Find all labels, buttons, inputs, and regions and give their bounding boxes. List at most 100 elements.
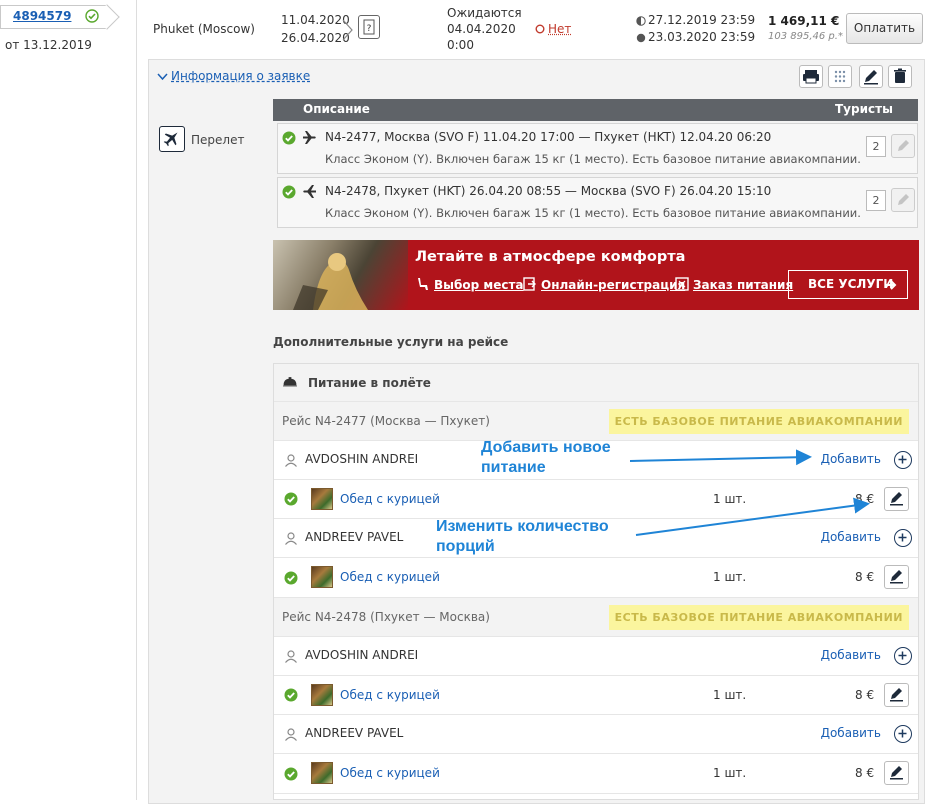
add-circle-icon[interactable] xyxy=(894,529,912,547)
plane-right-icon xyxy=(303,131,316,144)
add-circle-icon[interactable] xyxy=(894,725,912,743)
all-services-button[interactable]: ВСЕ УСЛУГИ xyxy=(788,270,908,299)
meal-services-panel: Питание в полёте Рейс N4-2477 (Москва — … xyxy=(273,363,919,800)
edit-order-button[interactable] xyxy=(859,65,883,88)
meal-row: Обед с курицей 1 шт. 8 € xyxy=(274,480,918,519)
meal-section-header: Питание в полёте xyxy=(274,364,918,402)
meal-thumbnail xyxy=(311,488,333,510)
annotation-change-qty-line1: Изменить количество xyxy=(436,518,609,535)
check-circle-icon xyxy=(282,131,296,145)
order-number-link[interactable]: 4894579 xyxy=(13,9,71,23)
flight-row: N4-2477, Москва (SVO F) 11.04.20 17:00 —… xyxy=(277,123,918,174)
col-description: Описание xyxy=(303,102,370,116)
add-circle-icon[interactable] xyxy=(894,647,912,665)
flight-row: N4-2478, Пхукет (HKT) 26.04.20 08:55 — М… xyxy=(277,177,918,228)
deadline1: 27.12.2019 23:59 xyxy=(648,13,756,27)
add-meal-link[interactable]: Добавить xyxy=(821,530,881,544)
all-services-label: ВСЕ УСЛУГИ xyxy=(808,277,894,291)
checkin-icon xyxy=(523,277,536,291)
edit-tourists-button[interactable] xyxy=(891,134,915,158)
payment-status: Нет xyxy=(548,22,572,36)
meal-row: Обед с курицей 1 шт. 8 € xyxy=(274,558,918,598)
base-meal-badge: ЕСТЬ БАЗОВОЕ ПИТАНИЕ АВИАКОМПАНИИ xyxy=(608,605,909,630)
date-from: 11.04.2020 xyxy=(281,13,350,27)
meal-thumbnail xyxy=(311,762,333,784)
annotation-add-meal-line2: питание xyxy=(481,459,546,476)
base-meal-badge: ЕСТЬ БАЗОВОЕ ПИТАНИЕ АВИАКОМПАНИИ xyxy=(608,409,909,434)
pencil-icon xyxy=(898,194,909,205)
price-rub: 103 895,46 р.* xyxy=(768,31,843,42)
meal-row: Обед с курицей 1 шт. 8 € xyxy=(274,754,918,794)
pencil-icon xyxy=(890,688,903,702)
price-eur: 1 469,11 € xyxy=(768,14,840,28)
annotation-add-meal-line1: Добавить новое xyxy=(481,439,611,456)
banner-title: Летайте в атмосфере комфорта xyxy=(415,249,686,265)
status-line2: 04.04.2020 xyxy=(447,22,516,36)
edit-meal-button[interactable] xyxy=(884,683,909,707)
add-meal-link[interactable]: Добавить xyxy=(821,452,881,466)
pencil-icon xyxy=(864,70,878,85)
arrow-right-icon xyxy=(885,280,897,290)
meal-name: Обед с курицей xyxy=(340,492,440,506)
pay-button[interactable]: Оплатить xyxy=(846,13,923,44)
flight-route: N4-2477, Москва (SVO F) 11.04.20 17:00 —… xyxy=(325,130,772,144)
meal-price: 8 € xyxy=(855,766,875,780)
pencil-icon xyxy=(890,492,903,506)
print-icon xyxy=(803,70,819,84)
full-circle-icon xyxy=(636,32,646,46)
grid-button[interactable] xyxy=(828,65,852,88)
tourist-count: 2 xyxy=(866,136,886,157)
delete-order-button[interactable] xyxy=(888,65,912,88)
passenger-row: ANDREEV PAVEL Добавить xyxy=(274,715,918,754)
chevron-down-icon[interactable] xyxy=(157,70,168,84)
meal-thumbnail xyxy=(311,566,333,588)
date-to: 26.04.2020 xyxy=(281,31,350,45)
col-tourists: Туристы xyxy=(835,102,893,116)
passenger-name: ANDREEV PAVEL xyxy=(305,530,404,544)
banner-photo xyxy=(273,240,408,310)
add-meal-link[interactable]: Добавить xyxy=(821,726,881,740)
flight-details: Класс Эконом (Y). Включен багаж 15 кг (1… xyxy=(325,152,861,166)
edit-meal-button[interactable] xyxy=(884,761,909,785)
edit-meal-button[interactable] xyxy=(884,565,909,589)
plane-left-icon xyxy=(303,185,316,198)
question-icon[interactable]: ? xyxy=(358,15,380,39)
segment-header: Рейс N4-2478 (Пхукет — Москва) ЕСТЬ БАЗО… xyxy=(274,598,918,637)
seat-icon xyxy=(418,278,428,290)
banner-link-seat[interactable]: Выбор места xyxy=(434,278,524,292)
segment-title: Рейс N4-2478 (Пхукет — Москва) xyxy=(282,610,490,624)
promo-banner[interactable]: Летайте в атмосфере комфорта Выбор места… xyxy=(273,240,919,310)
bracket-arrow-icon xyxy=(342,19,356,44)
svg-text:?: ? xyxy=(367,24,372,34)
info-toggle-link[interactable]: Информация о заявке xyxy=(171,69,310,83)
annotation-add-meal: Добавить новое питание xyxy=(481,438,611,478)
extras-title: Дополнительные услуги на рейсе xyxy=(273,335,509,349)
tourist-count: 2 xyxy=(866,190,886,211)
meal-name: Обед с курицей xyxy=(340,766,440,780)
meal-quantity: 1 шт. xyxy=(713,570,747,584)
meal-quantity: 1 шт. xyxy=(713,766,747,780)
banner-link-checkin[interactable]: Онлайн-регистрация xyxy=(541,278,685,292)
hotel-name: Phuket (Moscow) xyxy=(153,22,255,36)
add-meal-link[interactable]: Добавить xyxy=(821,648,881,662)
banner-link-meal[interactable]: Заказ питания xyxy=(693,278,793,292)
cloche-icon xyxy=(283,377,297,387)
pencil-icon xyxy=(890,570,903,584)
status-line1: Ожидаются xyxy=(447,6,522,20)
person-icon xyxy=(285,650,297,663)
person-icon xyxy=(285,454,297,467)
meal-section-title: Питание в полёте xyxy=(308,376,431,390)
add-circle-icon[interactable] xyxy=(894,451,912,469)
edit-tourists-button[interactable] xyxy=(891,188,915,212)
passenger-name: AVDOSHIN ANDREI xyxy=(305,648,419,662)
annotation-change-qty: Изменить количество порций xyxy=(436,517,609,557)
circle-outline-icon xyxy=(535,23,545,37)
meal-name: Обед с курицей xyxy=(340,688,440,702)
half-circle-icon xyxy=(636,15,646,29)
meal-quantity: 1 шт. xyxy=(713,492,747,506)
edit-meal-button[interactable] xyxy=(884,487,909,511)
print-button[interactable] xyxy=(799,65,823,88)
passenger-name: AVDOSHIN ANDREI xyxy=(305,452,419,466)
pencil-icon xyxy=(898,140,909,151)
trash-icon xyxy=(894,68,906,83)
